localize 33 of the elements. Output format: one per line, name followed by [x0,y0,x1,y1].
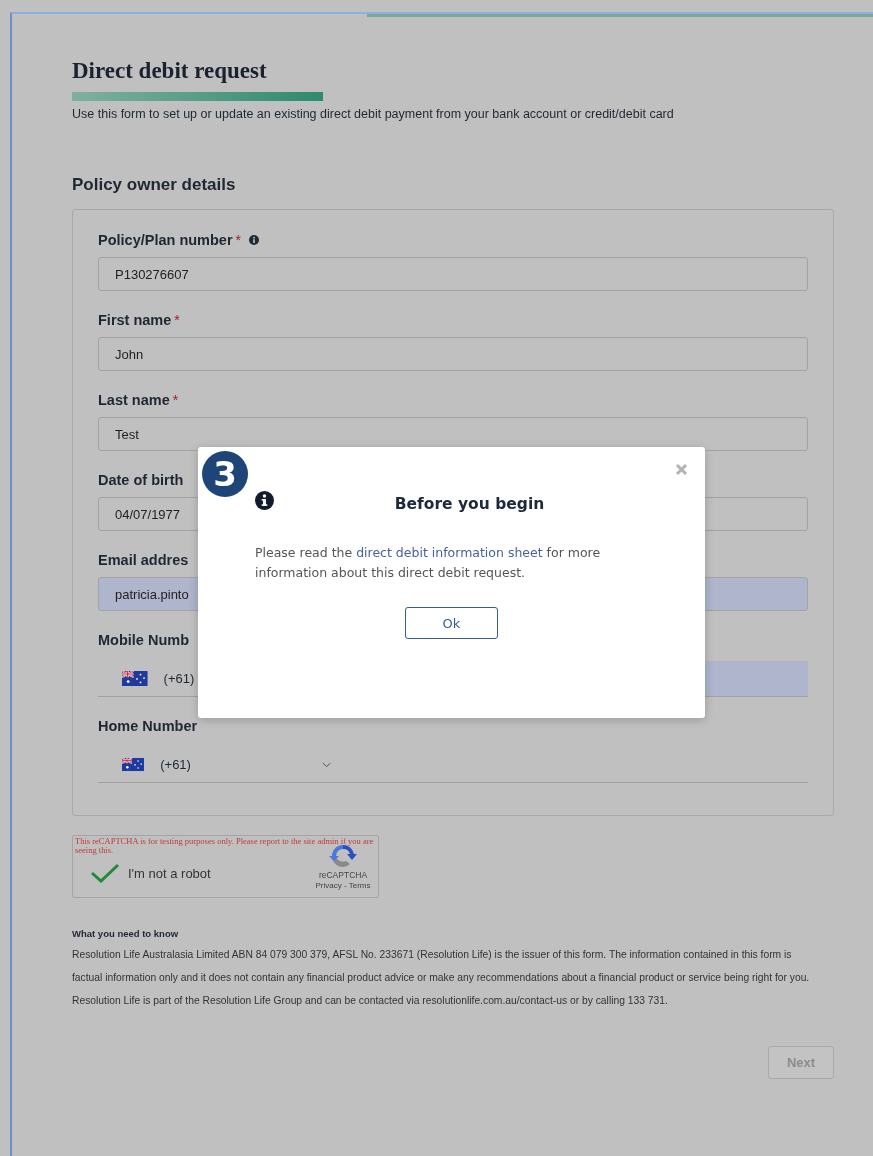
info-heading: What you need to know [72,928,180,939]
modal-message: Please read the direct debit information sheet for more information about this direct debit request. [255,544,602,582]
step-badge: 3 [202,451,248,497]
field-label: Mobile Numb [98,632,190,648]
required-mark: * [235,232,242,248]
captcha-notice: This reCAPTCHA is for testing purposes only. Please report to the site admin if you are seeing this. [74,836,375,856]
field-label: Last name [98,392,170,408]
ok-button[interactable]: Ok [405,607,498,639]
text-field[interactable]: Test [98,417,808,451]
intro-text: Use this form to set up or update an existing direct debit payment from your bank account or credit/debit card [72,107,675,121]
info-sheet-link[interactable]: direct debit information sheet [356,545,543,560]
page-title: Direct debit request [72,58,268,84]
field-label: Home Number [98,718,198,734]
field-label: Date of birth [98,472,184,488]
modal-title: Before you begin [393,495,546,513]
required-mark: * [174,312,180,328]
captcha-label: I'm not a robot [128,865,211,881]
country-select[interactable]: (+61) [98,747,331,782]
field-label: Email addres [98,552,189,568]
text-field[interactable]: John [98,337,808,371]
phone-field[interactable]: (+61) [98,747,808,783]
field-label: First name [98,312,172,328]
recaptcha-brand: reCAPTCHA [318,870,368,880]
section-title: Policy owner details [72,175,237,195]
country-code: (+61) [160,757,192,772]
text-field[interactable]: P130276607 [98,257,808,291]
field-label: Policy/Plan number [98,232,233,248]
disclaimer-text: Resolution Life is part of the Resolution Life Group and can be contacted via resolutionlife.com.au/contact-us or by calling 133 731. [72,994,669,1008]
privacy-terms-links[interactable]: Privacy - Terms [315,881,371,890]
country-code: (+61) [163,671,196,686]
disclaimer-text: Resolution Life Australasia Limited ABN 84 079 300 379, AFSL No. 233671 (Resolution Life) is the issuer of this form. The information contained in this form is factual information only and it does not contain any financial product advice or make any recommendations about a financial product or service being right for you. [72,948,811,985]
country-select[interactable]: (+61) [98,661,331,696]
required-mark: * [172,392,179,408]
